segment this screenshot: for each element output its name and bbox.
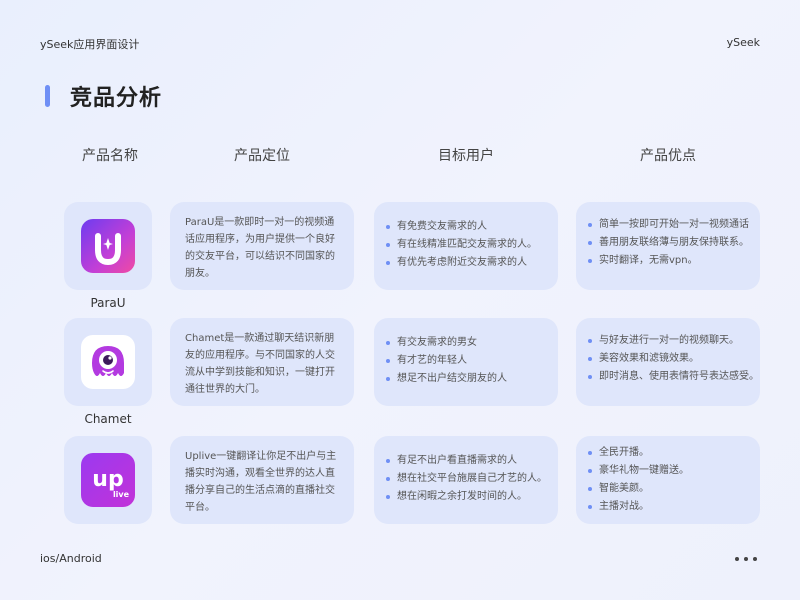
parau-app-icon <box>81 219 135 273</box>
dot <box>744 557 748 561</box>
list-item: 想足不出户结交朋友的人 <box>386 370 546 388</box>
list-item: 想在社交平台施展自己才艺的人。 <box>386 470 547 488</box>
product-icon-card <box>64 318 152 406</box>
list-item: 与好友进行一对一的视频聊天。 <box>588 332 748 350</box>
column-header-target-users: 目标用户 <box>438 148 494 164</box>
list-item: 有免费交友需求的人 <box>386 218 546 236</box>
product-description-card: Chamet是一款通过聊天结识新朋友的应用程序。与不同国家的人交流从中学到技能和… <box>170 318 354 406</box>
title-accent-bar <box>45 85 50 107</box>
product-name: Chamet <box>84 412 132 426</box>
page-title: 竞品分析 <box>70 86 163 111</box>
list-item: 美容效果和滤镜效果。 <box>588 350 748 368</box>
title-area: 竞品分析 <box>45 80 162 112</box>
target-users-card: 有免费交友需求的人 有在线精准匹配交友需求的人。 有优先考虑附近交友需求的人 <box>374 202 558 290</box>
uplive-icon-subtext: live <box>113 490 130 499</box>
dot <box>735 557 739 561</box>
product-description-card: Uplive一键翻译让你足不出户与主播实时沟通，观看全世界的达人直播分享自己的生… <box>170 436 354 524</box>
top-bar: ySeek应用界面设计 ySeek <box>40 36 760 52</box>
advantages-card: 简单一按即可开始一对一视频通话 善用朋友联络薄与朋友保持联系。 实时翻译，无需v… <box>576 202 760 290</box>
list-item: 有交友需求的男女 <box>386 334 546 352</box>
list-item: 智能美颜。 <box>588 480 748 498</box>
column-header-advantages: 产品优点 <box>640 148 696 164</box>
dot <box>753 557 757 561</box>
product-icon-card: up live <box>64 436 152 524</box>
product-description-card: ParaU是一款即时一对一的视频通话应用程序，为用户提供一个良好的交友平台，可以… <box>170 202 354 290</box>
advantages-card: 全民开播。 豪华礼物一键赠送。 智能美颜。 主播对战。 <box>576 436 760 524</box>
platform-label: ios/Android <box>40 552 102 565</box>
list-item: 想在闲暇之余打发时间的人。 <box>386 488 546 506</box>
list-item: 善用朋友联络薄与朋友保持联系。 <box>588 234 749 252</box>
column-header-positioning: 产品定位 <box>234 148 290 164</box>
uplive-app-icon: up live <box>81 453 135 507</box>
target-users-card: 有足不出户看直播需求的人 想在社交平台施展自己才艺的人。 想在闲暇之余打发时间的… <box>374 436 558 524</box>
uplive-icon-text: up <box>92 467 123 492</box>
header-right-text: ySeek <box>726 36 760 49</box>
product-name: ParaU <box>90 296 126 310</box>
list-item: 实时翻译，无需vpn。 <box>588 252 748 270</box>
list-item: 有在线精准匹配交友需求的人。 <box>386 236 546 254</box>
list-item: 豪华礼物一键赠送。 <box>588 462 748 480</box>
list-item: 有才艺的年轻人 <box>386 352 546 370</box>
advantages-card: 与好友进行一对一的视频聊天。 美容效果和滤镜效果。 即时消息、使用表情符号表达感… <box>576 318 760 406</box>
target-users-card: 有交友需求的男女 有才艺的年轻人 想足不出户结交朋友的人 <box>374 318 558 406</box>
list-item: 主播对战。 <box>588 498 748 516</box>
column-header-name: 产品名称 <box>82 148 138 164</box>
more-dots-icon[interactable] <box>735 557 757 561</box>
list-item: 简单一按即可开始一对一视频通话 <box>588 216 749 234</box>
header-left-text: ySeek应用界面设计 <box>40 38 140 51</box>
list-item: 即时消息、使用表情符号表达感受。 <box>588 368 759 386</box>
list-item: 有足不出户看直播需求的人 <box>386 452 546 470</box>
chamet-app-icon <box>81 335 135 389</box>
list-item: 有优先考虑附近交友需求的人 <box>386 254 546 272</box>
list-item: 全民开播。 <box>588 444 748 462</box>
product-icon-card <box>64 202 152 290</box>
